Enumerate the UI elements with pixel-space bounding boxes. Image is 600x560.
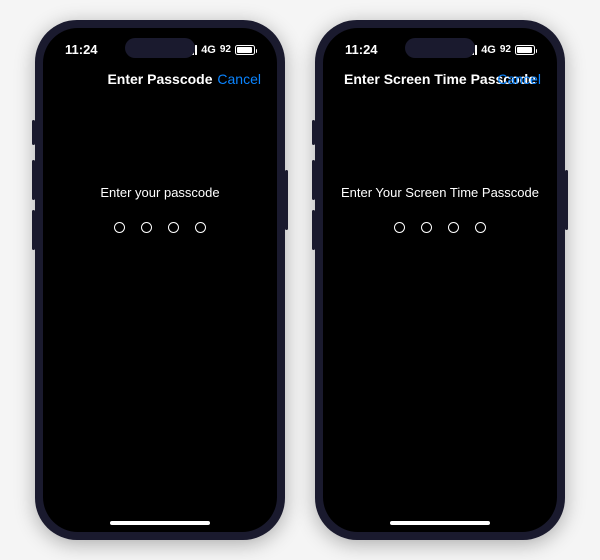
battery-percent: 92	[220, 44, 231, 55]
dynamic-island	[125, 38, 195, 58]
passcode-dot	[448, 222, 459, 233]
phone-side-button	[312, 120, 315, 145]
prompt-label: Enter Your Screen Time Passcode	[341, 185, 539, 200]
status-time: 11:24	[345, 42, 378, 57]
passcode-content: Enter Your Screen Time Passcode	[323, 97, 557, 233]
cancel-button[interactable]: Cancel	[217, 71, 261, 87]
nav-bar: Enter Passcode Cancel	[43, 61, 277, 97]
network-label: 4G	[201, 44, 216, 56]
phone-volume-down	[32, 210, 35, 250]
phone-screen: 11:24 4G 92 Enter Screen Time Passcode C…	[323, 28, 557, 532]
passcode-dot	[114, 222, 125, 233]
battery-percent: 92	[500, 44, 511, 55]
status-time: 11:24	[65, 42, 98, 57]
home-indicator[interactable]	[390, 521, 490, 525]
prompt-label: Enter your passcode	[100, 185, 219, 200]
passcode-dot	[141, 222, 152, 233]
battery-icon	[235, 45, 255, 55]
passcode-dots[interactable]	[114, 222, 206, 233]
passcode-dots[interactable]	[394, 222, 486, 233]
passcode-dot	[195, 222, 206, 233]
passcode-content: Enter your passcode	[43, 97, 277, 233]
nav-bar: Enter Screen Time Passcode Cancel	[323, 61, 557, 97]
passcode-dot	[168, 222, 179, 233]
phone-screen: 11:24 4G 92 Enter Passcode Cancel Enter …	[43, 28, 277, 532]
nav-title: Enter Passcode	[107, 71, 212, 87]
passcode-dot	[475, 222, 486, 233]
phone-volume-up	[32, 160, 35, 200]
phone-volume-up	[312, 160, 315, 200]
dynamic-island	[405, 38, 475, 58]
phone-side-button	[32, 120, 35, 145]
phone-mockup-left: 11:24 4G 92 Enter Passcode Cancel Enter …	[35, 20, 285, 540]
phone-volume-down	[312, 210, 315, 250]
phone-power-button	[565, 170, 568, 230]
battery-icon	[515, 45, 535, 55]
cancel-button[interactable]: Cancel	[497, 71, 541, 87]
phone-mockup-right: 11:24 4G 92 Enter Screen Time Passcode C…	[315, 20, 565, 540]
home-indicator[interactable]	[110, 521, 210, 525]
phone-power-button	[285, 170, 288, 230]
network-label: 4G	[481, 44, 496, 56]
passcode-dot	[394, 222, 405, 233]
passcode-dot	[421, 222, 432, 233]
